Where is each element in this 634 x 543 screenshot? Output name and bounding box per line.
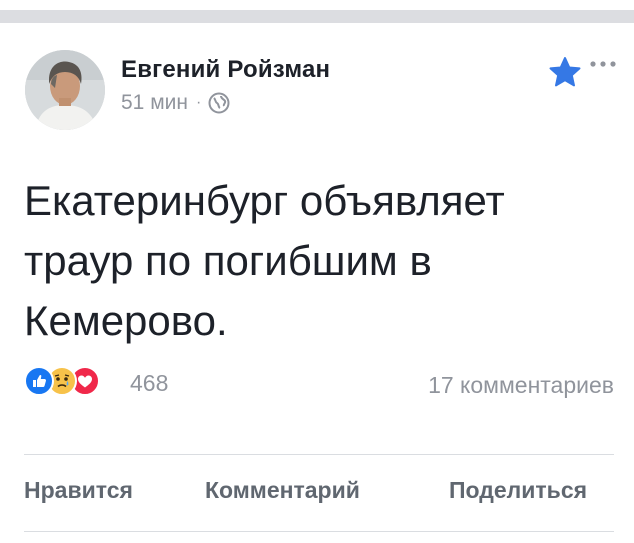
post-card: Евгений Ройзман 51 мин · Екатеринбург об… bbox=[0, 23, 634, 543]
comment-button[interactable]: Комментарий bbox=[205, 477, 360, 504]
meta-separator: · bbox=[195, 94, 202, 111]
feed-divider bbox=[0, 10, 634, 23]
globe-icon bbox=[208, 92, 230, 114]
author-name[interactable]: Евгений Ройзман bbox=[121, 56, 330, 84]
post-time[interactable]: 51 мин bbox=[121, 91, 188, 115]
like-button[interactable]: Нравится bbox=[24, 477, 133, 504]
avatar-photo bbox=[25, 50, 105, 130]
divider bbox=[24, 531, 614, 532]
post-meta: 51 мин · bbox=[121, 91, 230, 115]
action-bar: Нравится Комментарий Поделиться bbox=[0, 477, 634, 511]
star-icon[interactable] bbox=[548, 56, 582, 88]
like-icon bbox=[24, 366, 54, 396]
comments-count[interactable]: 17 комментариев bbox=[428, 372, 614, 399]
avatar[interactable] bbox=[25, 50, 105, 130]
reaction-count[interactable]: 468 bbox=[130, 370, 168, 397]
divider bbox=[24, 454, 614, 455]
ellipsis-icon[interactable] bbox=[588, 57, 618, 71]
post-text: Екатеринбург объявляет траур по погибшим… bbox=[24, 177, 505, 344]
share-button[interactable]: Поделиться bbox=[449, 477, 587, 504]
reaction-icons[interactable] bbox=[24, 366, 100, 396]
